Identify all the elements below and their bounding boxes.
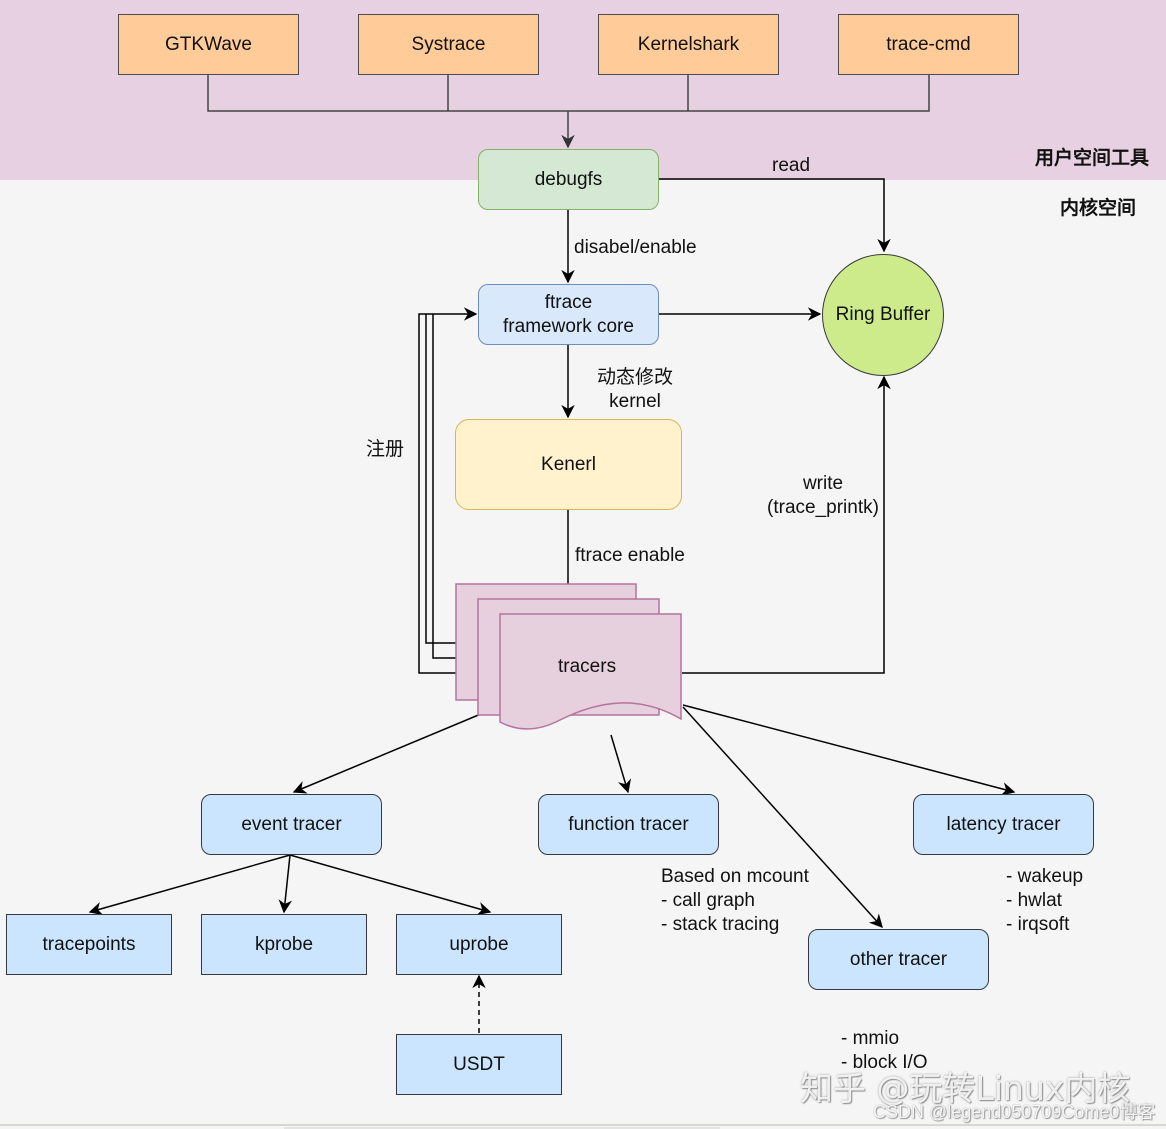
tool-trace-cmd[interactable]: trace-cmd bbox=[838, 14, 1019, 75]
csdn-watermark: CSDN @legend050709Come0博客 bbox=[873, 1102, 1156, 1122]
uprobe-node[interactable]: uprobe bbox=[396, 914, 562, 975]
edge-to-tracepoints bbox=[88, 854, 291, 916]
ftrace-core-line1: ftrace bbox=[544, 291, 593, 313]
dynamic-modify-label: 动态修改 kernel bbox=[590, 366, 680, 414]
edge-tools-to-debugfs bbox=[207, 74, 930, 149]
latency-tracer-node[interactable]: latency tracer bbox=[913, 794, 1094, 855]
write-label: write (trace_printk) bbox=[762, 472, 884, 520]
edge-to-uprobe bbox=[289, 854, 492, 916]
note-line: Based on mcount bbox=[661, 866, 809, 887]
ftrace-enable-label: ftrace enable bbox=[575, 545, 685, 566]
note-line: - call graph bbox=[661, 890, 755, 911]
usdt-node[interactable]: USDT bbox=[396, 1034, 562, 1095]
ftrace-core-node[interactable]: ftrace framework core bbox=[478, 284, 659, 345]
other-tracer-node[interactable]: other tracer bbox=[808, 929, 989, 990]
note-line: - hwlat bbox=[1006, 890, 1062, 911]
edge-to-latency-tracer bbox=[682, 704, 1016, 796]
tool-gtkwave[interactable]: GTKWave bbox=[118, 14, 299, 75]
ftrace-core-line2: framework core bbox=[503, 315, 634, 337]
edge-to-kprobe bbox=[278, 854, 292, 914]
note-line: - irqsoft bbox=[1006, 914, 1070, 935]
user-space-label: 用户空间工具 bbox=[1035, 147, 1150, 169]
tracepoints-node[interactable]: tracepoints bbox=[6, 914, 172, 975]
kernel-space-label: 内核空间 bbox=[1060, 197, 1137, 219]
disable-enable-label: disabel/enable bbox=[574, 237, 697, 258]
tool-systrace[interactable]: Systrace bbox=[358, 14, 539, 75]
edge-to-event-tracer bbox=[292, 705, 501, 794]
read-label: read bbox=[772, 155, 811, 176]
kprobe-node[interactable]: kprobe bbox=[201, 914, 367, 975]
register-label: 注册 bbox=[366, 439, 405, 460]
event-tracer-node[interactable]: event tracer bbox=[201, 794, 382, 855]
latency-tracer-notes: - wakeup - hwlat - irqsoft bbox=[1006, 865, 1083, 937]
edge-write bbox=[682, 375, 891, 674]
function-tracer-node[interactable]: function tracer bbox=[538, 794, 719, 855]
edge-to-function-tracer bbox=[610, 734, 631, 794]
write-line1: write bbox=[802, 473, 844, 494]
tool-kernelshark[interactable]: Kernelshark bbox=[598, 14, 779, 75]
dynamic-modify-line2: kernel bbox=[609, 391, 661, 412]
note-line: - mmio bbox=[841, 1028, 900, 1049]
dynamic-modify-line1: 动态修改 bbox=[596, 367, 673, 388]
write-line2: (trace_printk) bbox=[767, 497, 879, 518]
kernel-node[interactable]: Kenerl bbox=[455, 419, 682, 510]
debugfs-node[interactable]: debugfs bbox=[478, 149, 659, 210]
tracers-label[interactable]: tracers bbox=[558, 656, 616, 678]
ring-buffer-node[interactable]: Ring Buffer bbox=[822, 254, 944, 376]
note-line: - stack tracing bbox=[661, 914, 780, 935]
bottom-divider bbox=[0, 1124, 1166, 1126]
note-line: - wakeup bbox=[1006, 866, 1084, 887]
function-tracer-notes: Based on mcount - call graph - stack tra… bbox=[661, 865, 809, 937]
